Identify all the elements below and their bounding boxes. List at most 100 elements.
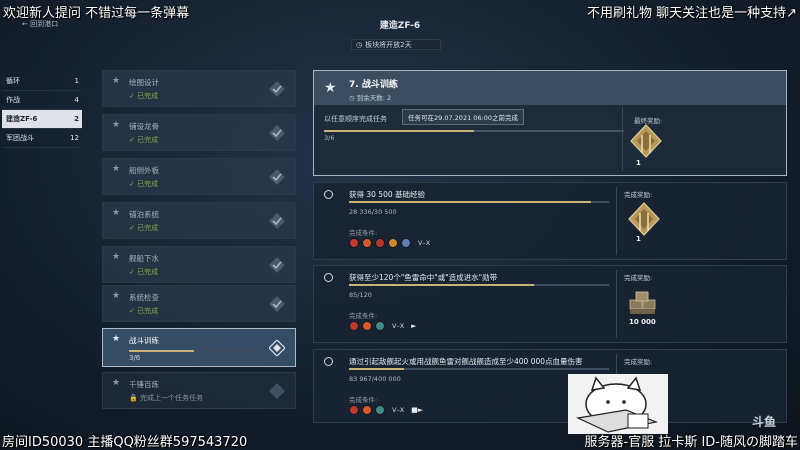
chain-task-progress: 3/6 <box>129 354 141 362</box>
menu-item-build-zf6[interactable]: 建造ZF-6 2 <box>2 110 82 129</box>
deadline-tooltip: 任务可在29.07.2021 06:00之前完成 <box>402 109 525 125</box>
menu-item-label: 作战 <box>6 96 20 104</box>
reward-quantity: 1 <box>636 235 641 243</box>
checkmark-icon <box>269 81 285 97</box>
checkmark-icon <box>269 169 285 185</box>
platform-watermark: 斗鱼 <box>752 415 777 429</box>
final-reward-quantity: 1 <box>636 159 641 167</box>
chain-task-name: 绘图设计 <box>129 78 159 87</box>
menu-item-count: 1 <box>74 77 79 85</box>
star-icon: ★ <box>112 334 121 344</box>
objective-conditions: V–X ■► <box>349 405 423 415</box>
divider <box>622 107 623 171</box>
checkmark-icon <box>269 213 285 229</box>
mission-description: 以任意顺序完成任务 <box>324 115 387 123</box>
objective-progress-text: 28 336/30 500 <box>349 208 397 216</box>
nation-icon <box>349 405 359 415</box>
chain-task-status: ✓ 已完成 <box>129 224 159 232</box>
tier-range: V–X <box>418 239 431 247</box>
chain-task-status: ✓ 已完成 <box>129 307 159 315</box>
mission-detail-panel: ★ 7. 战斗训练 ◷ 到余天数: 2 以任意顺序完成任务 任务可在29.07.… <box>313 70 787 176</box>
objective-title: 通过引起敌舰起火或用战舰鱼雷对舰战舰造成至少400 000点血量伤害 <box>349 357 583 366</box>
chain-task-8-locked[interactable]: ★ 千锤百炼 🔒 完成上一个任务任务 <box>102 372 296 409</box>
nation-icon <box>375 238 385 248</box>
checkmark-icon <box>269 257 285 273</box>
chain-task-status: ✓ 已完成 <box>129 180 159 188</box>
clock-icon: ◷ <box>356 40 363 49</box>
objective-progress-bar <box>349 201 609 203</box>
objective-card-2[interactable]: 获得至少120个"鱼雷命中"或"造成进水"勋带 85/120 完成条件: V–X… <box>313 265 787 343</box>
objective-title: 获得 30 500 基础经验 <box>349 190 426 199</box>
reward-crates-icon <box>629 291 656 314</box>
checkmark-icon <box>269 296 285 312</box>
objective-progress-fill <box>349 284 534 286</box>
star-icon: ★ <box>112 378 121 388</box>
menu-item-cycle[interactable]: 循环 1 <box>2 72 82 91</box>
chain-task-name: 系统检查 <box>129 293 159 302</box>
objective-status-circle <box>324 190 333 199</box>
star-icon: ★ <box>324 80 337 96</box>
nation-icon <box>375 321 385 331</box>
objective-progress-bar <box>349 284 609 286</box>
objective-progress-fill <box>349 368 404 370</box>
objective-card-1[interactable]: 获得 30 500 基础经验 28 336/30 500 完成条件: V–X 完… <box>313 182 787 260</box>
nation-icon <box>362 405 372 415</box>
objective-title: 获得至少120个"鱼雷命中"或"造成进水"勋带 <box>349 273 498 282</box>
final-reward-emblem-icon <box>630 124 662 158</box>
star-icon: ★ <box>112 120 121 130</box>
objective-status-circle <box>324 273 333 282</box>
chain-task-status: ✓ 已完成 <box>129 136 159 144</box>
objective-reward-label: 完成奖励: <box>624 191 653 199</box>
chain-task-name: 船侧外板 <box>129 166 159 175</box>
ship-class-icon: ■► <box>411 406 424 414</box>
objective-progress-text: 85/120 <box>349 291 372 299</box>
star-icon: ★ <box>112 76 121 86</box>
stream-overlay-bottom-left: 房间ID50030 主播QQ粉丝群597543720 <box>2 435 248 450</box>
objective-progress-fill <box>349 201 591 203</box>
chain-task-status: ✓ 已完成 <box>129 92 159 100</box>
menu-item-clan-battle[interactable]: 军团战斗 12 <box>2 129 82 148</box>
objective-conditions: V–X <box>349 238 430 248</box>
menu-item-label: 循环 <box>6 77 20 85</box>
objective-card-3[interactable]: 通过引起敌舰起火或用战舰鱼雷对舰战舰造成至少400 000点血量伤害 83 96… <box>313 349 787 423</box>
mission-days-remaining: ◷ 到余天数: 2 <box>349 94 392 102</box>
star-icon: ★ <box>112 164 121 174</box>
divider <box>616 187 617 255</box>
chain-task-progress-bar <box>129 350 259 352</box>
chain-task-name: 铺设龙骨 <box>129 122 159 131</box>
star-icon: ★ <box>112 208 121 218</box>
chain-task-3[interactable]: ★ 船侧外板 ✓ 已完成 <box>102 158 296 195</box>
nation-icon <box>388 238 398 248</box>
open-duration-notice: ◷ 板块将开放2天 <box>351 39 441 50</box>
objective-status-circle <box>324 357 333 366</box>
menu-item-count: 2 <box>74 115 79 123</box>
star-icon: ★ <box>112 291 121 301</box>
chain-task-2[interactable]: ★ 铺设龙骨 ✓ 已完成 <box>102 114 296 151</box>
chain-task-name: 战斗训练 <box>129 336 159 345</box>
chain-task-6[interactable]: ★ 系统检查 ✓ 已完成 <box>102 285 296 322</box>
menu-item-count: 12 <box>70 134 79 142</box>
open-duration-text: 板块将开放2天 <box>365 40 412 49</box>
chain-task-4[interactable]: ★ 锚泊系统 ✓ 已完成 <box>102 202 296 239</box>
menu-item-combat[interactable]: 作战 4 <box>2 91 82 110</box>
streamer-sticker-image <box>568 374 668 434</box>
chain-task-progress-fill <box>129 350 194 352</box>
chain-task-status: ✓ 已完成 <box>129 268 159 276</box>
checkmark-icon <box>269 125 285 141</box>
chain-task-1[interactable]: ★ 绘图设计 ✓ 已完成 <box>102 70 296 107</box>
ship-class-icon: ► <box>411 322 417 330</box>
nation-icon <box>349 238 359 248</box>
nation-icon <box>349 321 359 331</box>
reward-emblem-icon <box>628 202 660 236</box>
chain-task-name: 千锤百炼 <box>129 380 159 389</box>
chain-task-5[interactable]: ★ 舰船下水 ✓ 已完成 <box>102 246 296 283</box>
objective-conditions: V–X ► <box>349 321 417 331</box>
objective-condition-label: 完成条件: <box>349 229 378 237</box>
nation-icon <box>401 238 411 248</box>
page-title: 建造ZF-6 <box>379 21 421 31</box>
nation-icon <box>362 321 372 331</box>
current-task-diamond-icon <box>269 340 285 356</box>
chain-task-7-current[interactable]: ★ 战斗训练 3/6 <box>102 328 296 367</box>
mission-progress-bar <box>324 130 624 132</box>
campaign-menu: 循环 1 作战 4 建造ZF-6 2 军团战斗 12 <box>2 72 82 148</box>
